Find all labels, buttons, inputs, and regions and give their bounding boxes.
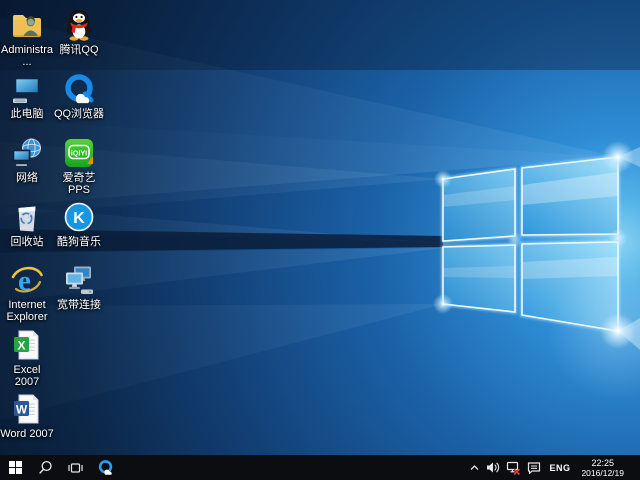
icon-label: 此电脑 (11, 108, 44, 120)
desktop-icon-internet-explorer[interactable]: e Internet Explorer (0, 263, 54, 323)
task-view-icon (67, 461, 84, 475)
desktop-icon-iqiyi-pps[interactable]: iQIYI 爱奇艺PPS (52, 136, 106, 196)
icon-label: 腾讯QQ (59, 44, 98, 56)
broadband-connection-icon (62, 263, 96, 297)
windows-logo-icon (9, 461, 22, 474)
icon-label: QQ浏览器 (54, 108, 104, 120)
word-icon: W (10, 392, 44, 426)
speaker-icon (486, 461, 500, 474)
desktop-icon-recycle-bin[interactable]: 回收站 (0, 200, 54, 248)
clock[interactable]: 22:25 2016/12/19 (578, 458, 627, 478)
notification-bubble-icon (527, 461, 541, 475)
icon-label: Internet Explorer (0, 299, 54, 323)
excel-icon: X (10, 328, 44, 362)
iqiyi-pps-icon: iQIYI (62, 136, 96, 170)
taskbar: ENG 22:25 2016/12/19 (0, 455, 640, 480)
windows-10-desktop-screen: Administra... 腾讯QQ (0, 0, 640, 480)
icon-label: 酷狗音乐 (57, 236, 101, 248)
desktop-icon-broadband-connection[interactable]: 宽带连接 (52, 263, 106, 311)
icon-label: Excel 2007 (0, 364, 54, 388)
system-tray: ENG 22:25 2016/12/19 (469, 455, 640, 480)
icon-label: 回收站 (11, 236, 44, 248)
desktop-icon-word-2007[interactable]: W Word 2007 (0, 392, 54, 440)
desktop-icon-excel-2007[interactable]: X Excel 2007 (0, 328, 54, 388)
recycle-bin-icon (10, 200, 44, 234)
task-view-button[interactable] (60, 455, 90, 480)
desktop-icon-qq-browser[interactable]: QQ浏览器 (52, 72, 106, 120)
network-disconnected-icon (506, 461, 521, 475)
start-button[interactable] (0, 455, 30, 480)
icon-label: 网络 (16, 172, 38, 184)
network-globe-icon (10, 136, 44, 170)
qq-browser-icon (62, 72, 96, 106)
clock-date: 2016/12/19 (581, 468, 624, 478)
this-pc-icon (10, 72, 44, 106)
svg-text:iQIYI: iQIYI (71, 148, 87, 157)
icon-label: 爱奇艺PPS (52, 172, 106, 196)
icon-label: Administra... (0, 44, 54, 68)
desktop-icon-this-pc[interactable]: 此电脑 (0, 72, 54, 120)
clock-time: 22:25 (581, 458, 624, 468)
qq-penguin-icon (62, 8, 96, 42)
desktop-icon-kugou-music[interactable]: K 酷狗音乐 (52, 200, 106, 248)
kugou-music-icon: K (62, 200, 96, 234)
desktop-icon-tencent-qq[interactable]: 腾讯QQ (52, 8, 106, 56)
volume-button[interactable] (486, 455, 500, 480)
taskbar-qq-browser-button[interactable] (90, 455, 120, 480)
desktop[interactable]: Administra... 腾讯QQ (0, 0, 640, 455)
svg-text:W: W (16, 403, 28, 417)
language-indicator[interactable]: ENG (547, 463, 572, 473)
chevron-up-icon (469, 462, 480, 473)
desktop-icon-network[interactable]: 网络 (0, 136, 54, 184)
network-status-button[interactable] (506, 455, 521, 480)
internet-explorer-icon: e (10, 263, 44, 297)
desktop-icon-administrator[interactable]: Administra... (0, 8, 54, 68)
action-center-button[interactable] (527, 455, 541, 480)
search-button[interactable] (30, 455, 60, 480)
search-icon (38, 460, 53, 475)
user-folder-icon (10, 8, 44, 42)
svg-text:X: X (17, 339, 25, 353)
icon-label: Word 2007 (0, 428, 54, 440)
svg-text:K: K (73, 210, 85, 227)
icon-label: 宽带连接 (57, 299, 101, 311)
qq-browser-icon (97, 459, 114, 476)
tray-overflow-button[interactable] (469, 455, 480, 480)
